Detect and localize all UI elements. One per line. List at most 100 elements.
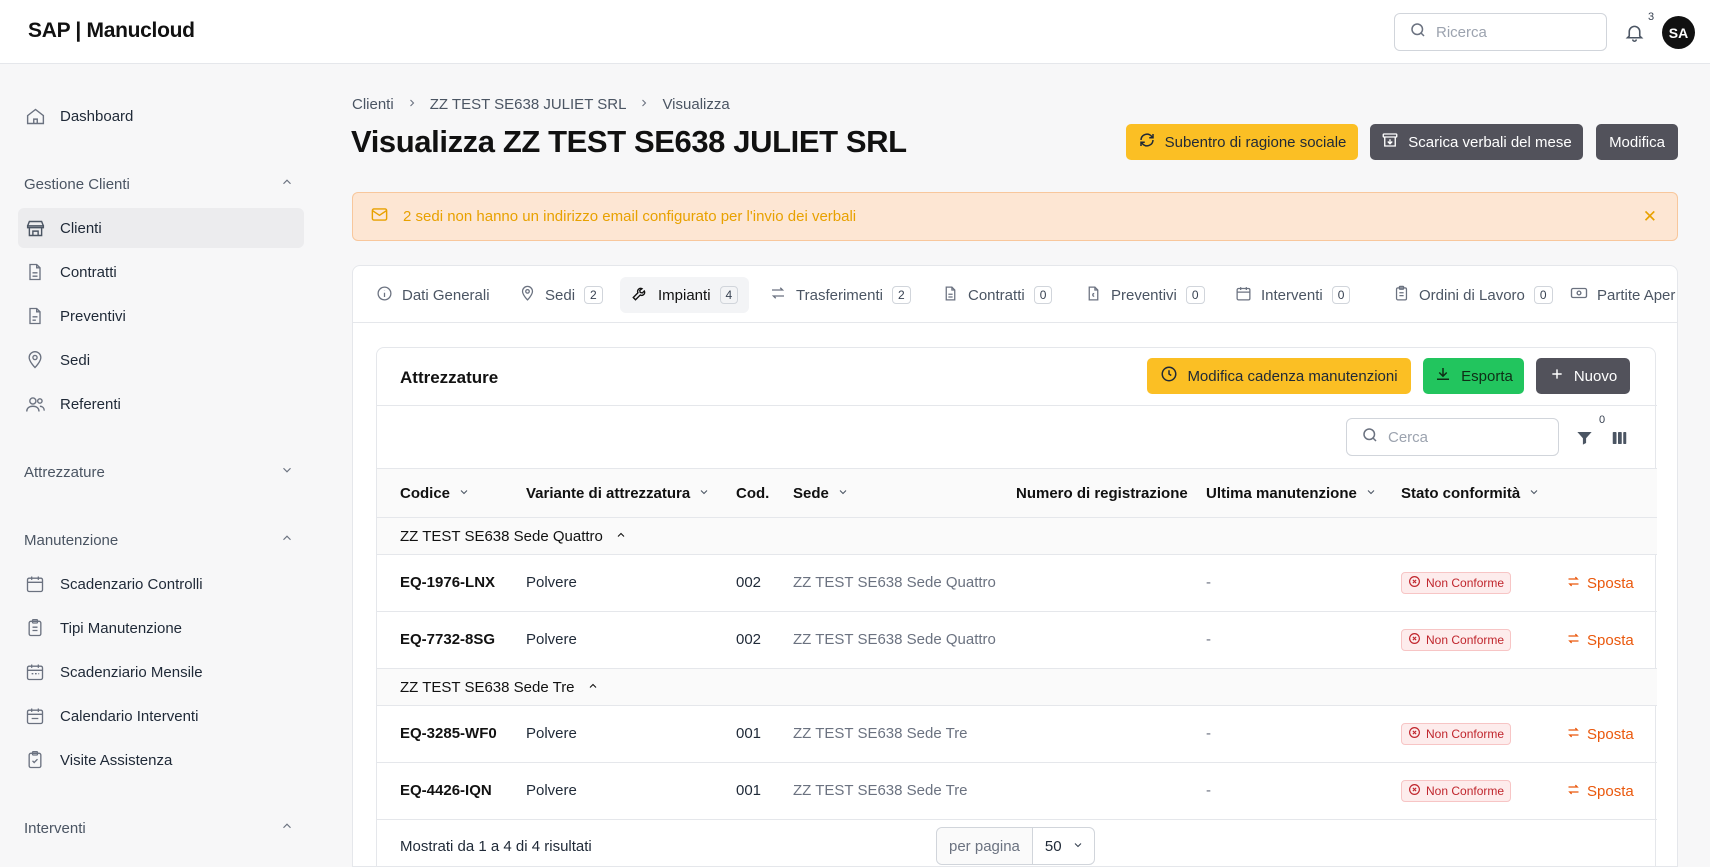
search-icon bbox=[1361, 426, 1379, 448]
sposta-button[interactable]: Sposta bbox=[1566, 725, 1634, 744]
arrows-exchange-icon bbox=[769, 284, 787, 306]
sidebar-item-sedi[interactable]: Sedi bbox=[18, 340, 304, 380]
button-label: Modifica cadenza manutenzioni bbox=[1187, 367, 1398, 385]
table-search[interactable] bbox=[1346, 418, 1559, 456]
sidebar-item-dashboard[interactable]: Dashboard bbox=[18, 96, 304, 136]
column-header-ultima-manutenzione[interactable]: Ultima manutenzione bbox=[1206, 485, 1377, 502]
arrows-exchange-icon bbox=[1566, 725, 1581, 744]
breadcrumb-link-cliente[interactable]: ZZ TEST SE638 JULIET SRL bbox=[430, 96, 627, 113]
tab-preventivi[interactable]: Preventivi 0 bbox=[1074, 277, 1216, 313]
alert-text: 2 sedi non hanno un indirizzo email conf… bbox=[403, 208, 857, 225]
column-header-stato-conformita[interactable]: Stato conformità bbox=[1401, 485, 1540, 502]
tab-dati-generali[interactable]: Dati Generali bbox=[365, 277, 501, 313]
breadcrumb-link-clienti[interactable]: Clienti bbox=[352, 96, 394, 113]
bell-icon[interactable] bbox=[1622, 20, 1646, 44]
column-header-numero-registrazione: Numero di registrazione bbox=[1016, 485, 1188, 502]
sidebar-item-clienti[interactable]: Clienti bbox=[18, 208, 304, 248]
sidebar-item-scadenzario-controlli[interactable]: Scadenzario Controlli bbox=[18, 564, 304, 604]
sposta-button[interactable]: Sposta bbox=[1566, 631, 1634, 650]
filter-icon[interactable] bbox=[1575, 428, 1594, 451]
sidebar-section-manutenzione[interactable]: Manutenzione bbox=[24, 531, 294, 549]
action-label: Sposta bbox=[1587, 783, 1634, 800]
sidebar-section-gestione-clienti[interactable]: Gestione Clienti bbox=[24, 175, 294, 193]
modifica-cadenza-button[interactable]: Modifica cadenza manutenzioni bbox=[1147, 358, 1411, 394]
status-badge: Non Conforme bbox=[1401, 723, 1512, 745]
tab-sedi[interactable]: Sedi 2 bbox=[508, 277, 614, 313]
cell-cod: 001 bbox=[736, 725, 762, 742]
status-badge: Non Conforme bbox=[1401, 572, 1512, 594]
tab-count: 0 bbox=[1185, 286, 1205, 304]
modifica-button[interactable]: Modifica bbox=[1596, 124, 1678, 160]
button-label: Nuovo bbox=[1573, 367, 1618, 385]
status-label: Non Conforme bbox=[1426, 633, 1505, 647]
nuovo-button[interactable]: Nuovo bbox=[1536, 358, 1630, 394]
esporta-button[interactable]: Esporta bbox=[1423, 358, 1524, 394]
global-search[interactable] bbox=[1394, 13, 1607, 51]
column-header-variante[interactable]: Variante di attrezzatura bbox=[526, 485, 710, 502]
cell-cod: 001 bbox=[736, 782, 762, 799]
column-header-sede[interactable]: Sede bbox=[793, 485, 849, 502]
cell-variante: Polvere bbox=[526, 782, 577, 799]
table-search-input[interactable] bbox=[1388, 428, 1538, 446]
chevron-up-icon bbox=[280, 175, 294, 193]
clipboard-check-icon bbox=[24, 749, 46, 771]
x-circle-icon bbox=[1408, 783, 1421, 799]
sidebar-section-label: Attrezzature bbox=[24, 463, 105, 481]
x-circle-icon bbox=[1408, 575, 1421, 591]
chevron-right-icon bbox=[406, 96, 418, 113]
sidebar-item-tipi-manutenzione[interactable]: Tipi Manutenzione bbox=[18, 608, 304, 648]
tab-label: Trasferimenti bbox=[796, 286, 883, 304]
search-icon bbox=[1409, 21, 1427, 43]
cell-sede: ZZ TEST SE638 Sede Tre bbox=[793, 725, 968, 742]
columns-icon[interactable] bbox=[1610, 429, 1629, 451]
cell-ultima-manutenzione: - bbox=[1206, 782, 1211, 799]
group-row[interactable]: ZZ TEST SE638 Sede Tre bbox=[377, 669, 1657, 706]
per-page-value[interactable]: 50 bbox=[1033, 838, 1094, 855]
close-icon[interactable]: ✕ bbox=[1643, 207, 1657, 227]
cell-codice[interactable]: EQ-1976-LNX bbox=[400, 574, 495, 591]
table-row[interactable]: EQ-1976-LNX Polvere 002 ZZ TEST SE638 Se… bbox=[377, 555, 1657, 612]
sposta-button[interactable]: Sposta bbox=[1566, 782, 1634, 801]
tab-partite-aperte[interactable]: Partite Aper bbox=[1559, 277, 1677, 313]
tab-label: Partite Aper bbox=[1597, 286, 1676, 304]
table-row[interactable]: EQ-4426-IQN Polvere 001 ZZ TEST SE638 Se… bbox=[377, 763, 1657, 820]
info-icon bbox=[376, 285, 393, 306]
sposta-button[interactable]: Sposta bbox=[1566, 574, 1634, 593]
column-label: Numero di registrazione bbox=[1016, 485, 1188, 502]
global-search-input[interactable] bbox=[1436, 23, 1586, 41]
sidebar-item-calendario-interventi[interactable]: Calendario Interventi bbox=[18, 696, 304, 736]
sidebar-section-attrezzature[interactable]: Attrezzature bbox=[24, 463, 294, 481]
tab-trasferimenti[interactable]: Trasferimenti 2 bbox=[758, 277, 922, 313]
sidebar-section-interventi[interactable]: Interventi bbox=[24, 819, 294, 837]
cell-codice[interactable]: EQ-7732-8SG bbox=[400, 631, 495, 648]
cell-codice[interactable]: EQ-4426-IQN bbox=[400, 782, 492, 799]
sidebar-item-preventivi[interactable]: Preventivi bbox=[18, 296, 304, 336]
column-header-codice[interactable]: Codice bbox=[400, 485, 470, 502]
column-label: Ultima manutenzione bbox=[1206, 485, 1357, 502]
tab-interventi[interactable]: Interventi 0 bbox=[1224, 277, 1361, 313]
user-avatar[interactable]: SA bbox=[1662, 16, 1695, 49]
sidebar-item-contratti[interactable]: Contratti bbox=[18, 252, 304, 292]
sidebar-item-visite-assistenza[interactable]: Visite Assistenza bbox=[18, 740, 304, 780]
table-row[interactable]: EQ-3285-WF0 Polvere 001 ZZ TEST SE638 Se… bbox=[377, 706, 1657, 763]
tab-impianti[interactable]: Impianti 4 bbox=[620, 277, 750, 313]
per-page-select[interactable]: per pagina 50 bbox=[936, 827, 1095, 865]
cell-cod: 002 bbox=[736, 574, 762, 591]
table-row[interactable]: EQ-7732-8SG Polvere 002 ZZ TEST SE638 Se… bbox=[377, 612, 1657, 669]
sidebar-item-referenti[interactable]: Referenti bbox=[18, 384, 304, 424]
app-logo[interactable]: SAP | Manucloud bbox=[28, 19, 195, 43]
status-label: Non Conforme bbox=[1426, 784, 1505, 798]
group-row[interactable]: ZZ TEST SE638 Sede Quattro bbox=[377, 518, 1657, 555]
arrows-exchange-icon bbox=[1566, 574, 1581, 593]
scarica-verbali-button[interactable]: Scarica verbali del mese bbox=[1370, 124, 1583, 160]
tab-ordini-di-lavoro[interactable]: Ordini di Lavoro 0 bbox=[1382, 277, 1564, 313]
subentro-ragione-sociale-button[interactable]: Subentro di ragione sociale bbox=[1126, 124, 1358, 160]
cell-ultima-manutenzione: - bbox=[1206, 574, 1211, 591]
plus-icon bbox=[1549, 366, 1565, 386]
button-label: Subentro di ragione sociale bbox=[1164, 133, 1347, 151]
tab-contratti[interactable]: Contratti 0 bbox=[931, 277, 1063, 313]
cell-ultima-manutenzione: - bbox=[1206, 631, 1211, 648]
sidebar-item-scadenziario-mensile[interactable]: Scadenziario Mensile bbox=[18, 652, 304, 692]
tab-count: 0 bbox=[1533, 286, 1553, 304]
cell-codice[interactable]: EQ-3285-WF0 bbox=[400, 725, 497, 742]
